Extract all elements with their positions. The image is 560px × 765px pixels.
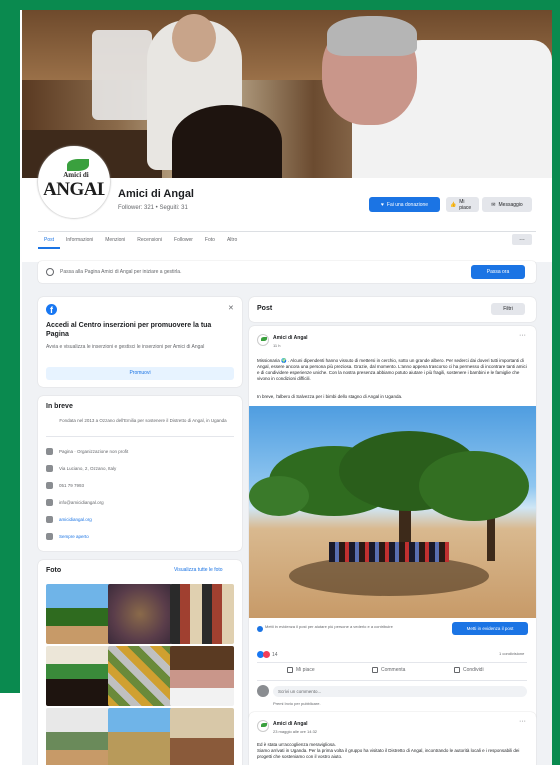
like-button[interactable]: Mi piace <box>287 667 315 673</box>
intro-row-hours[interactable]: Sempre aperto <box>46 533 89 540</box>
more-icon[interactable]: ··· <box>519 718 526 725</box>
page-title[interactable]: Amici di Angal <box>118 188 194 200</box>
link-icon <box>46 516 53 523</box>
page-stats[interactable]: Follower: 321 • Seguiti: 31 <box>118 205 188 211</box>
avatar[interactable] <box>257 720 269 732</box>
reactions-summary[interactable]: 14 <box>257 651 278 658</box>
mail-icon <box>46 499 53 506</box>
intro-title: In breve <box>46 403 73 410</box>
shares-count[interactable]: 1 condivisione <box>499 651 524 656</box>
post: Amici di Angal 23 maggio alle ore 14:32 … <box>249 712 536 765</box>
post-author[interactable]: Amici di Angal <box>273 335 308 341</box>
tab-more[interactable]: Altro <box>221 235 243 249</box>
photo-thumbnail[interactable] <box>46 708 110 765</box>
see-all-photos-link[interactable]: Visualizza tutte le foto <box>174 567 223 573</box>
tab-post[interactable]: Post <box>38 235 61 249</box>
posts-header: Post Filtri <box>249 297 536 322</box>
photo-thumbnail[interactable] <box>46 646 110 706</box>
thumb-icon <box>287 667 293 673</box>
info-icon <box>46 533 53 540</box>
phone-icon <box>46 482 53 489</box>
thumb-icon: 👍 <box>450 201 457 208</box>
more-icon[interactable]: ··· <box>519 332 526 339</box>
divider <box>38 231 536 232</box>
post-text: Ed è stata un'accoglienza meravigliosa. … <box>257 742 520 759</box>
tab-reviews[interactable]: Recensioni <box>131 235 168 249</box>
boost-text: Metti in evidenza il post per aiutare pi… <box>265 624 393 629</box>
heart-icon: ♥ <box>380 201 384 208</box>
tab-mentions[interactable]: Menzioni <box>99 235 131 249</box>
comment-input[interactable]: Scrivi un commento... <box>273 686 527 697</box>
photo-thumbnail[interactable] <box>46 584 110 644</box>
intro-card: In breve Fondata nel 2013 a Ozzano dell'… <box>38 396 242 551</box>
photos-card: Foto Visualizza tutte le foto <box>38 560 242 765</box>
comment-button[interactable]: Commenta <box>372 667 405 673</box>
ad-center-card: f ✕ Accedi al Centro inserzioni per prom… <box>38 297 242 387</box>
intro-row-website[interactable]: amicidiangal.org <box>46 516 92 523</box>
flag-icon <box>46 448 53 455</box>
border-right <box>552 0 560 765</box>
page-logo[interactable]: Amici di ANGAL <box>38 146 110 218</box>
location-icon <box>46 465 53 472</box>
profile-switch-icon <box>46 268 54 276</box>
divider <box>46 436 234 437</box>
photos-title: Foto <box>46 567 62 574</box>
switch-page-banner: Passa alla Pagina Amici di Angal per ini… <box>38 261 536 283</box>
photo-thumbnail[interactable] <box>170 646 234 706</box>
facebook-icon: f <box>46 304 57 315</box>
message-button[interactable]: ✉ Messaggio <box>482 197 532 212</box>
filter-button[interactable]: Filtri <box>491 303 525 315</box>
comment-hint: Premi Invio per pubblicare. <box>273 701 321 706</box>
border-left <box>0 0 20 693</box>
post-text-secondary: In breve, l'albero di Salvezza per i bim… <box>257 394 403 399</box>
intro-description: Fondata nel 2013 a Ozzano dell'Emilia pe… <box>59 418 227 423</box>
intro-row-email[interactable]: info@amicidiangal.org <box>46 499 104 506</box>
post: Amici di Angal 11 h ··· Missionaria 🌍 . … <box>249 326 536 721</box>
photo-thumbnail[interactable] <box>108 708 172 765</box>
love-reaction-icon <box>263 651 270 658</box>
post-photo[interactable] <box>249 406 536 618</box>
intro-row-phone[interactable]: 051 79 7993 <box>46 482 84 489</box>
photo-thumbnail[interactable] <box>170 584 234 644</box>
post-date[interactable]: 11 h <box>273 343 281 348</box>
divider <box>257 662 527 663</box>
donate-button[interactable]: ♥ Fai una donazione <box>369 197 440 212</box>
like-page-button[interactable]: 👍 Mi piace <box>446 197 479 212</box>
photo-thumbnail[interactable] <box>108 646 172 706</box>
share-icon <box>454 667 460 673</box>
share-button[interactable]: Condividi <box>454 667 484 673</box>
messenger-icon: ✉ <box>491 201 496 208</box>
switch-now-button[interactable]: Passa ora <box>471 265 525 279</box>
page-tabs: Post Informazioni Menzioni Recensioni Fo… <box>38 235 243 249</box>
photo-thumbnail[interactable] <box>108 584 172 644</box>
intro-row-address[interactable]: Via Luciano, 2, Ozzano, Italy <box>46 465 116 472</box>
divider <box>257 680 527 681</box>
cover-photo[interactable] <box>22 10 552 178</box>
post-text: Missionaria 🌍 . Alcuni dipendenti hanno … <box>257 358 527 381</box>
banner-text: Passa alla Pagina Amici di Angal per ini… <box>60 269 182 275</box>
post-date[interactable]: 23 maggio alle ore 14:32 <box>273 729 317 734</box>
border-top <box>0 0 560 10</box>
tab-followers[interactable]: Follower <box>168 235 199 249</box>
boost-icon <box>257 626 263 632</box>
facebook-page: Amici di ANGAL Amici di Angal Follower: … <box>22 10 552 765</box>
tab-photos[interactable]: Foto <box>199 235 221 249</box>
intro-row-category: Pagina · Organizzazione non profit <box>46 448 128 455</box>
avatar[interactable] <box>257 685 269 697</box>
posts-title: Post <box>257 305 273 312</box>
comment-icon <box>372 667 378 673</box>
avatar[interactable] <box>257 334 269 346</box>
close-icon[interactable]: ✕ <box>228 304 234 312</box>
card-description: Avvia e visualizza le inserzioni e gesti… <box>46 344 205 350</box>
post-author[interactable]: Amici di Angal <box>273 721 308 727</box>
photo-thumbnail[interactable] <box>170 708 234 765</box>
more-options-button[interactable]: … <box>512 234 532 245</box>
tab-info[interactable]: Informazioni <box>60 235 99 249</box>
promote-button[interactable]: Promuovi <box>46 367 234 380</box>
card-title: Accedi al Centro inserzioni per promuove… <box>46 322 212 338</box>
boost-post-button[interactable]: Metti in evidenza il post <box>452 622 528 635</box>
